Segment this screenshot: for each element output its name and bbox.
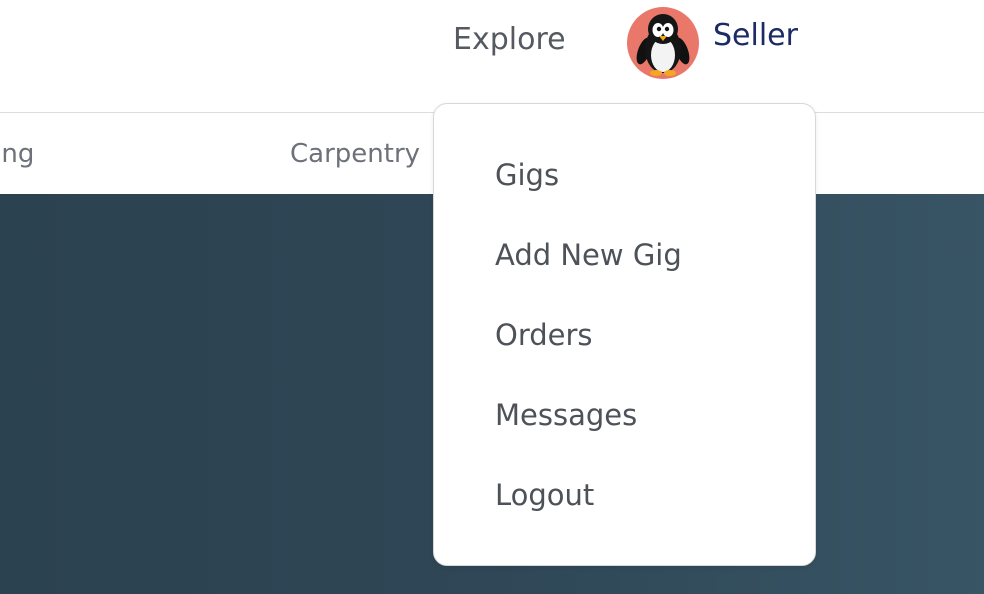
category-item-carpentry[interactable]: Carpentry (290, 139, 420, 169)
dropdown-item-gigs[interactable]: Gigs (495, 158, 559, 192)
top-navbar: Explore Seller (0, 0, 984, 112)
dropdown-item-add-new-gig[interactable]: Add New Gig (495, 238, 682, 272)
seller-menu-toggle[interactable]: Seller (713, 18, 798, 53)
explore-link[interactable]: Explore (453, 22, 566, 57)
dropdown-item-logout[interactable]: Logout (495, 478, 594, 512)
seller-dropdown-menu: Gigs Add New Gig Orders Messages Logout (433, 103, 816, 566)
dropdown-item-messages[interactable]: Messages (495, 398, 637, 432)
dropdown-item-orders[interactable]: Orders (495, 318, 593, 352)
category-item[interactable]: ting (0, 139, 34, 169)
penguin-avatar-icon[interactable] (627, 7, 699, 79)
page: Explore Seller ng Carpentry Gigs Add New… (0, 0, 984, 594)
